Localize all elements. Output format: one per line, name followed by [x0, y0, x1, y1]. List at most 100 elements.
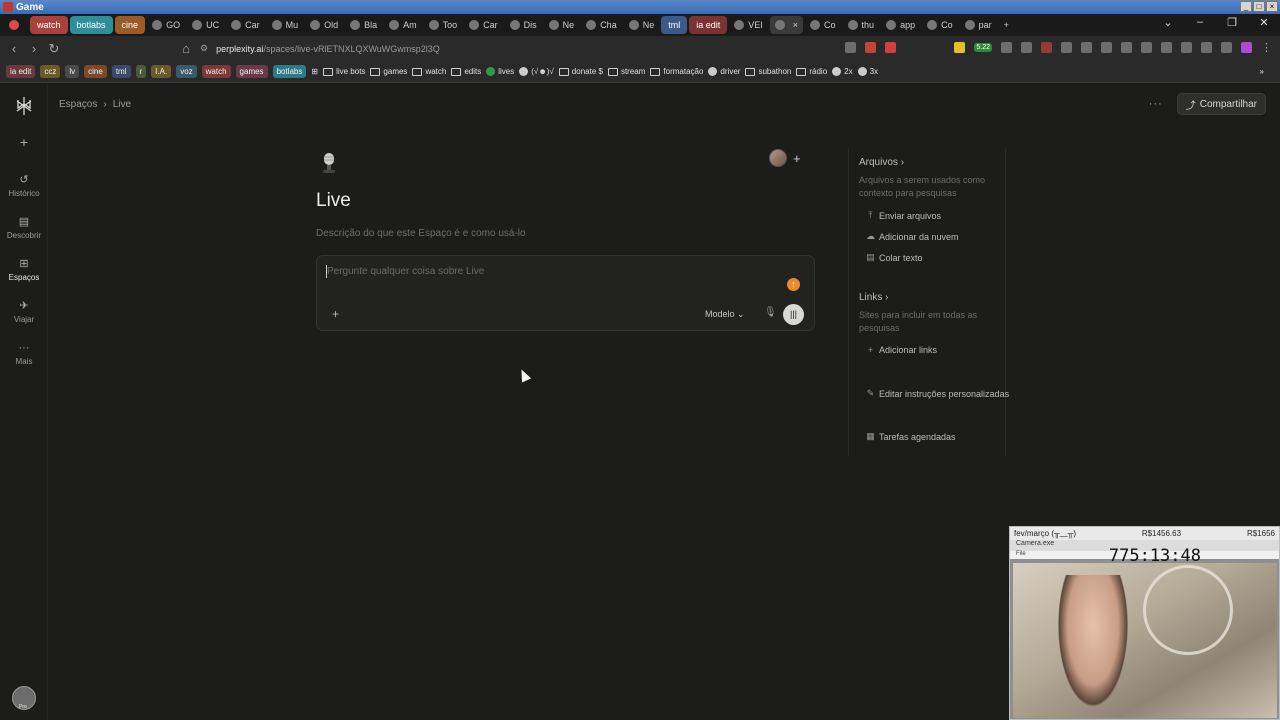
tab-search-icon[interactable]: ⌄	[1152, 16, 1184, 29]
bookmark-item[interactable]: (√☻)√	[519, 67, 554, 76]
browser-tab[interactable]: Too	[424, 16, 463, 34]
bookmark-item[interactable]: 3x	[857, 67, 878, 76]
close-window-button[interactable]: ×	[1266, 1, 1278, 12]
brave-shield-icon[interactable]	[865, 42, 877, 53]
forward-icon[interactable]: ›	[24, 41, 44, 56]
extension-icon[interactable]	[1121, 42, 1132, 53]
tab-group[interactable]: tml	[661, 16, 688, 34]
download-icon[interactable]	[1141, 42, 1152, 53]
model-selector[interactable]: Modelo ⌄	[705, 309, 745, 320]
bookmark-item[interactable]: formatação	[650, 67, 703, 76]
notice-icon[interactable]: ↑	[787, 278, 800, 291]
browser-tab[interactable]: Ne	[624, 16, 660, 34]
browser-tab[interactable]: Mu	[267, 16, 304, 34]
bookmark-group-chip[interactable]: cine	[84, 65, 107, 78]
bookmark-group-chip[interactable]: r	[135, 65, 147, 78]
bookmark-item[interactable]: games	[370, 67, 407, 76]
scheduled-tasks-button[interactable]: ▦ Tarefas agendadas	[866, 431, 955, 442]
browser-tab[interactable]: Am	[384, 16, 422, 34]
new-thread-button[interactable]: +	[0, 135, 48, 151]
browser-tab[interactable]: UC	[187, 16, 224, 34]
share-page-icon[interactable]	[845, 42, 857, 53]
bookmark-group-chip[interactable]: watch	[201, 65, 231, 78]
add-from-cloud-button[interactable]: ☁ Adicionar da nuvem	[866, 231, 959, 242]
more-bookmarks-icon[interactable]: »	[1260, 67, 1264, 76]
browser-tab[interactable]: app	[881, 16, 920, 34]
browser-tab[interactable]: Co	[922, 16, 958, 34]
sidebar-item-spaces[interactable]: ⊞ Espaços	[0, 258, 48, 282]
bookmark-item[interactable]: donate $	[558, 67, 603, 76]
bookmark-item[interactable]: stream	[607, 67, 645, 76]
bookmark-group-chip[interactable]: ccz	[40, 65, 61, 78]
edit-instructions-button[interactable]: ✎ Editar instruções personalizadas	[866, 388, 1009, 399]
url-field[interactable]: ⚙ perplexity.ai/spaces/live-vRlETNXLQXWu…	[200, 40, 440, 57]
tab-group[interactable]: botlabs	[69, 16, 113, 34]
rewards-icon[interactable]	[885, 42, 897, 53]
profile-icon[interactable]	[1241, 42, 1252, 53]
browser-tab[interactable]: ×	[769, 16, 804, 34]
tab-group[interactable]: cine	[114, 16, 146, 34]
extension-icon[interactable]	[1021, 42, 1032, 53]
browser-tab[interactable]: Dis	[505, 16, 542, 34]
bookmark-item[interactable]: 2x	[832, 67, 853, 76]
sidebar-item-travel[interactable]: ✈ Viajar	[0, 300, 48, 324]
add-links-button[interactable]: + Adicionar links	[866, 345, 937, 355]
browser-tab[interactable]: par	[960, 16, 997, 34]
bookmark-item[interactable]: lives	[486, 67, 514, 76]
menu-icon[interactable]: ⋮	[1261, 41, 1272, 54]
ask-input-box[interactable]: Pergunte qualquer coisa sobre Live ↑ + M…	[316, 255, 815, 331]
bookmark-item[interactable]: subathon	[745, 67, 791, 76]
bookmark-item[interactable]: driver	[708, 67, 740, 76]
browser-tab[interactable]: Old	[305, 16, 343, 34]
bookmark-icon[interactable]: ⌂	[176, 41, 196, 56]
close-tab-icon[interactable]: ×	[793, 20, 798, 30]
extension-icon[interactable]	[1081, 42, 1092, 53]
browser-tab[interactable]: thu	[843, 16, 880, 34]
restore-browser-button[interactable]: ❐	[1216, 16, 1248, 29]
bookmark-item[interactable]: rádio	[796, 67, 827, 76]
bookmark-item[interactable]: edits	[451, 67, 481, 76]
links-section-title[interactable]: Links ›	[859, 292, 888, 303]
bookmark-group-chip[interactable]: I.A.	[151, 65, 172, 78]
paste-text-button[interactable]: ▤ Colar texto	[866, 252, 922, 263]
browser-tab[interactable]: GO	[147, 16, 185, 34]
maximize-button[interactable]: □	[1253, 1, 1265, 12]
minimize-button[interactable]: _	[1240, 1, 1252, 12]
tab-group[interactable]: watch	[30, 16, 68, 34]
extension-icon[interactable]	[1061, 42, 1072, 53]
browser-tab[interactable]: Bla	[345, 16, 382, 34]
leo-icon[interactable]	[1201, 42, 1212, 53]
bookmark-group-chip[interactable]: tml	[111, 65, 131, 78]
share-button[interactable]: ⤴ Compartilhar	[1176, 93, 1266, 115]
microphone-icon[interactable]: 🎙	[764, 307, 777, 318]
bookmark-group-chip[interactable]: lv	[65, 65, 80, 78]
tab-group[interactable]: ia edit	[689, 16, 728, 34]
minimize-browser-button[interactable]: –	[1184, 16, 1216, 29]
add-collaborator-icon[interactable]: +	[793, 151, 801, 166]
bookmark-item[interactable]: live bots	[323, 67, 365, 76]
sidebar-item-more[interactable]: ··· Mais	[0, 342, 48, 366]
browser-tab[interactable]	[4, 16, 28, 34]
sidebar-item-history[interactable]: ↺ Histórico	[0, 174, 48, 198]
extension-badge[interactable]: 5.22	[974, 43, 992, 52]
browser-tab[interactable]: Cha	[581, 16, 622, 34]
bookmark-group-chip[interactable]: ia edit	[6, 65, 36, 78]
puzzle-icon[interactable]	[1101, 42, 1112, 53]
extension-icon[interactable]	[1041, 42, 1052, 53]
perplexity-logo-icon[interactable]	[14, 96, 34, 116]
new-tab-button[interactable]: +	[999, 16, 1014, 34]
attach-plus-icon[interactable]: +	[332, 307, 339, 321]
apps-grid-icon[interactable]: ⊞	[311, 67, 318, 76]
browser-tab[interactable]: Car	[226, 16, 265, 34]
space-description-field[interactable]: Descrição do que este Espaço é e como us…	[316, 228, 526, 239]
extension-icon[interactable]	[1001, 42, 1012, 53]
browser-tab[interactable]: Car	[464, 16, 503, 34]
reload-icon[interactable]: ↻	[44, 41, 64, 57]
bookmark-group-chip[interactable]: games	[235, 65, 268, 78]
extension-icon[interactable]	[954, 42, 966, 53]
sidebar-item-discover[interactable]: ▤ Descobrir	[0, 216, 48, 240]
ask-input[interactable]: Pergunte qualquer coisa sobre Live	[327, 266, 484, 277]
back-icon[interactable]: ‹	[4, 41, 24, 56]
sidebar-toggle-icon[interactable]	[1161, 42, 1172, 53]
more-options-icon[interactable]: ···	[1149, 98, 1163, 110]
